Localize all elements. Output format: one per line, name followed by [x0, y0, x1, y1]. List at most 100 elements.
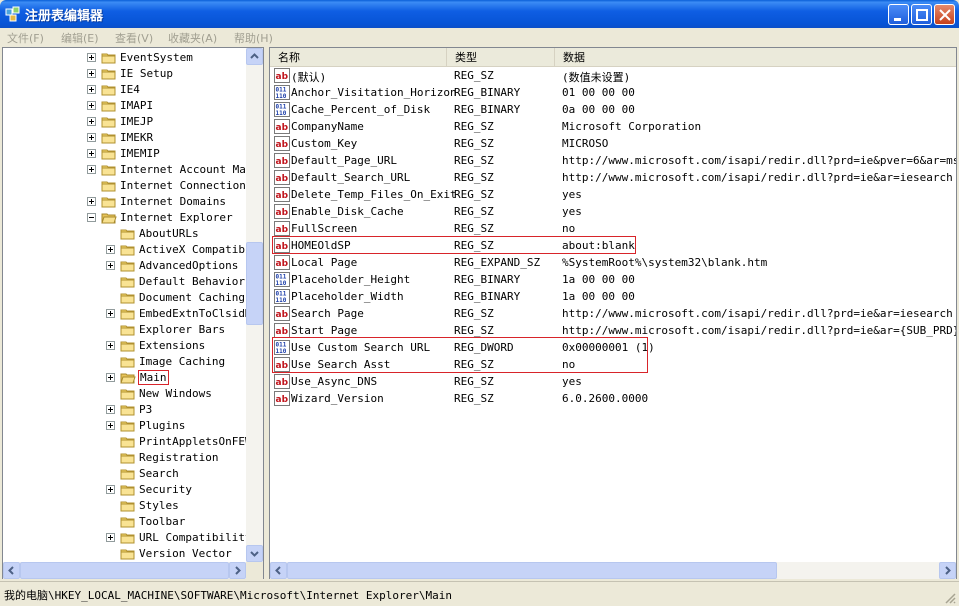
tree-node-label: Explorer Bars [139, 323, 226, 336]
expand-plus-icon[interactable] [87, 149, 96, 158]
column-header-name[interactable]: 名称 [270, 48, 447, 67]
value-row[interactable]: ab FullScreen REG_SZ no [270, 220, 956, 237]
expand-plus-icon[interactable] [87, 53, 96, 62]
value-type: REG_SZ [454, 324, 494, 337]
expand-plus-icon[interactable] [87, 101, 96, 110]
folder-icon [120, 531, 136, 545]
arrow-right-icon [945, 566, 951, 575]
menu-view[interactable]: 查看(V) [115, 30, 153, 46]
value-row[interactable]: ab Default_Search_URL REG_SZ http://www.mic… [270, 169, 956, 186]
menu-help[interactable]: 帮助(H) [234, 30, 273, 46]
expand-plus-icon[interactable] [106, 405, 115, 414]
column-header-type[interactable]: 类型 [447, 48, 555, 67]
scroll-up-button[interactable] [246, 48, 263, 65]
svg-text:ab: ab [276, 327, 289, 337]
value-row[interactable]: ab Local Page REG_EXPAND_SZ %SystemRoot%\sy… [270, 254, 956, 271]
scroll-right-button[interactable] [229, 562, 246, 579]
expand-plus-icon[interactable] [106, 373, 115, 382]
value-name: Use Custom Search URL [291, 341, 431, 354]
column-header-data[interactable]: 数据 [555, 48, 956, 67]
expand-plus-icon[interactable] [87, 165, 96, 174]
value-row[interactable]: ab Custom_Key REG_SZ MICROSO [270, 135, 956, 152]
collapse-minus-icon[interactable] [87, 213, 96, 222]
expand-plus-icon[interactable] [106, 533, 115, 542]
value-row[interactable]: 011 110 Anchor_Visitation_Horizon REG_BINAR… [270, 84, 956, 101]
binary-value-icon: 011 110 [274, 272, 290, 287]
list-hscroll-thumb[interactable] [287, 562, 777, 579]
expand-plus-icon[interactable] [106, 421, 115, 430]
svg-text:ab: ab [276, 123, 289, 133]
value-row[interactable]: ab Use Search Asst REG_SZ no [270, 356, 956, 373]
svg-text:ab: ab [276, 259, 289, 269]
value-row[interactable]: ab (默认) REG_SZ (数值未设置) [270, 67, 956, 84]
menu-edit[interactable]: 编辑(E) [61, 30, 99, 46]
folder-icon [120, 499, 136, 513]
scroll-down-button[interactable] [246, 545, 263, 562]
string-value-icon: ab [274, 221, 290, 236]
list-scroll-right-button[interactable] [939, 562, 956, 579]
value-data: Microsoft Corporation [562, 120, 702, 133]
value-row[interactable]: ab HOMEOldSP REG_SZ about:blank [270, 237, 956, 254]
tree-node-label: IMEKR [120, 131, 154, 144]
value-row[interactable]: 011 110 Use Custom Search URL REG_DWORD 0x00… [270, 339, 956, 356]
value-row[interactable]: ab Wizard_Version REG_SZ 6.0.2600.0000 [270, 390, 956, 407]
list-horizontal-scrollbar[interactable] [270, 562, 956, 579]
value-type: REG_SZ [454, 137, 494, 150]
value-row[interactable]: ab Enable_Disk_Cache REG_SZ yes [270, 203, 956, 220]
binary-value-icon: 011 110 [274, 340, 290, 355]
tree-node-label: URL Compatibility [139, 531, 246, 544]
value-name: Placeholder_Width [291, 290, 404, 303]
value-data: no [562, 222, 576, 235]
string-value-icon: ab [274, 170, 290, 185]
string-value-icon: ab [274, 187, 290, 202]
folder-icon [101, 211, 117, 225]
tree-hscroll-thumb[interactable] [20, 562, 229, 579]
expand-plus-icon[interactable] [106, 245, 115, 254]
value-row[interactable]: ab Search Page REG_SZ http://www.microsoft.… [270, 305, 956, 322]
scroll-left-button[interactable] [3, 562, 20, 579]
value-row[interactable]: ab CompanyName REG_SZ Microsoft Corporation [270, 118, 956, 135]
menu-favorites[interactable]: 收藏夹(A) [168, 30, 217, 46]
string-value-icon: ab [274, 136, 290, 151]
expand-plus-icon[interactable] [106, 485, 115, 494]
expand-plus-icon[interactable] [87, 85, 96, 94]
value-type: REG_SZ [454, 120, 494, 133]
minimize-button[interactable] [888, 4, 909, 25]
value-row[interactable]: ab Default_Page_URL REG_SZ http://www.micro… [270, 152, 956, 169]
list-header: 名称 类型 数据 [270, 48, 956, 67]
arrow-right-icon [235, 566, 241, 575]
arrow-down-icon [250, 551, 259, 557]
tree-horizontal-scrollbar[interactable] [3, 562, 246, 579]
expand-plus-icon[interactable] [87, 197, 96, 206]
tree-scroll-thumb[interactable] [246, 242, 263, 325]
tree-vertical-scrollbar[interactable] [246, 48, 263, 562]
close-button[interactable] [934, 4, 955, 25]
expand-plus-icon[interactable] [106, 261, 115, 270]
menu-file[interactable]: 文件(F) [7, 30, 44, 46]
value-data: 0a 00 00 00 [562, 103, 635, 116]
string-value-icon: ab [274, 255, 290, 270]
tree-node-label: Toolbar [139, 515, 186, 528]
maximize-button[interactable] [911, 4, 932, 25]
resize-grip-icon[interactable] [944, 592, 956, 604]
folder-icon [120, 307, 136, 321]
expand-plus-icon[interactable] [106, 341, 115, 350]
svg-text:110: 110 [276, 110, 287, 117]
title-bar[interactable]: 注册表编辑器 [0, 0, 959, 28]
value-row[interactable]: 011 110 Placeholder_Width REG_BINARY 1a 00 0… [270, 288, 956, 305]
value-row[interactable]: 011 110 Cache_Percent_of_Disk REG_BINARY 0a … [270, 101, 956, 118]
expand-plus-icon[interactable] [106, 309, 115, 318]
value-row[interactable]: 011 110 Placeholder_Height REG_BINARY 1a 00 … [270, 271, 956, 288]
value-row[interactable]: ab Use_Async_DNS REG_SZ yes [270, 373, 956, 390]
expand-plus-icon[interactable] [87, 69, 96, 78]
value-type: REG_SZ [454, 171, 494, 184]
value-row[interactable]: ab Delete_Temp_Files_On_Exit REG_SZ yes [270, 186, 956, 203]
expand-plus-icon[interactable] [87, 133, 96, 142]
expand-plus-icon[interactable] [87, 117, 96, 126]
folder-icon [101, 147, 117, 161]
tree-node-label: IE Setup [120, 67, 173, 80]
value-name: Cache_Percent_of_Disk [291, 103, 431, 116]
value-row[interactable]: ab Start Page REG_SZ http://www.microsoft.c… [270, 322, 956, 339]
list-scroll-left-button[interactable] [270, 562, 287, 579]
string-value-icon: ab [274, 374, 290, 389]
